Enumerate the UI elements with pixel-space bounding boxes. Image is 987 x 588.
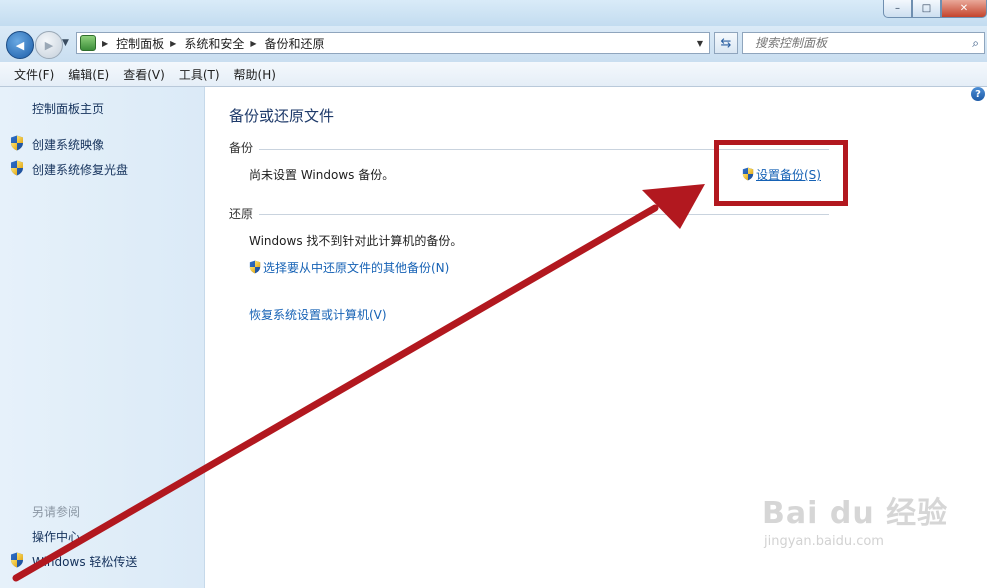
window-title-bar: – □ ✕ — [0, 0, 987, 26]
menu-edit[interactable]: 编辑(E) — [61, 66, 116, 83]
create-repair-disc-link[interactable]: 创建系统修复光盘 — [32, 161, 128, 178]
breadcrumb-backup-restore[interactable]: 备份和还原 — [265, 35, 325, 52]
search-icon[interactable]: ⌕ — [972, 36, 979, 51]
menu-view[interactable]: 查看(V) — [116, 66, 172, 83]
refresh-icon: ⇆ — [720, 35, 732, 51]
menu-file[interactable]: 文件(F) — [7, 66, 61, 83]
menu-tools[interactable]: 工具(T) — [172, 66, 227, 83]
annotation-highlight-box — [714, 140, 848, 206]
section-divider — [259, 214, 829, 215]
recover-system-link[interactable]: 恢复系统设置或计算机(V) — [249, 306, 387, 323]
page-title: 备份或还原文件 — [229, 107, 335, 125]
forward-button[interactable]: ▶ — [35, 31, 63, 59]
uac-shield-icon — [249, 260, 261, 274]
recent-pages-dropdown-icon[interactable]: ▼ — [62, 38, 69, 48]
back-icon: ◀ — [15, 38, 25, 52]
menu-help[interactable]: 帮助(H) — [227, 66, 283, 83]
select-other-backup-link[interactable]: 选择要从中还原文件的其他备份(N) — [249, 259, 449, 276]
restore-status-text: Windows 找不到针对此计算机的备份。 — [249, 234, 463, 248]
maximize-button[interactable]: □ — [912, 0, 941, 18]
forward-icon: ▶ — [44, 38, 54, 52]
uac-shield-icon — [11, 135, 23, 151]
breadcrumb-separator-icon[interactable]: ▶ — [250, 39, 256, 48]
breadcrumb-control-panel[interactable]: 控制面板 — [116, 35, 164, 52]
close-button[interactable]: ✕ — [941, 0, 987, 18]
select-other-backup-label[interactable]: 选择要从中还原文件的其他备份(N) — [263, 261, 449, 275]
caption-buttons: – □ ✕ — [883, 0, 987, 18]
create-system-image-link[interactable]: 创建系统映像 — [32, 136, 104, 153]
chevron-down-icon[interactable]: ▼ — [697, 39, 703, 48]
main-content: ? 备份或还原文件 备份 尚未设置 Windows 备份。 设置备份(S) 还原… — [205, 87, 987, 588]
navigation-bar: ◀ ▶ ▼ ▶ 控制面板 ▶ 系统和安全 ▶ 备份和还原 ▼ ⇆ ⌕ — [0, 26, 987, 62]
breadcrumb-separator-icon[interactable]: ▶ — [102, 39, 108, 48]
uac-shield-icon — [11, 552, 23, 568]
search-input[interactable] — [753, 35, 967, 51]
menu-bar: 文件(F) 编辑(E) 查看(V) 工具(T) 帮助(H) — [0, 62, 987, 87]
task-pane: 控制面板主页 创建系统映像 创建系统修复光盘 另请参阅 操作中心 Windows… — [0, 87, 205, 588]
breadcrumb-separator-icon[interactable]: ▶ — [170, 39, 176, 48]
restore-section-header: 还原 — [229, 207, 254, 221]
control-panel-home-link[interactable]: 控制面板主页 — [32, 100, 104, 117]
control-panel-icon — [80, 35, 96, 51]
backup-section-header: 备份 — [229, 141, 254, 155]
backup-status-text: 尚未设置 Windows 备份。 — [249, 168, 395, 182]
refresh-button[interactable]: ⇆ — [714, 32, 738, 54]
action-center-link[interactable]: 操作中心 — [32, 528, 80, 545]
breadcrumb-system-security[interactable]: 系统和安全 — [184, 35, 244, 52]
address-bar[interactable]: ▶ 控制面板 ▶ 系统和安全 ▶ 备份和还原 ▼ — [76, 32, 710, 54]
help-icon[interactable]: ? — [971, 87, 985, 101]
back-button[interactable]: ◀ — [6, 31, 34, 59]
windows-easy-transfer-link[interactable]: Windows 轻松传送 — [32, 553, 137, 570]
minimize-button[interactable]: – — [883, 0, 912, 18]
see-also-heading: 另请参阅 — [32, 505, 81, 519]
search-box[interactable]: ⌕ — [742, 32, 985, 54]
uac-shield-icon — [11, 160, 23, 176]
